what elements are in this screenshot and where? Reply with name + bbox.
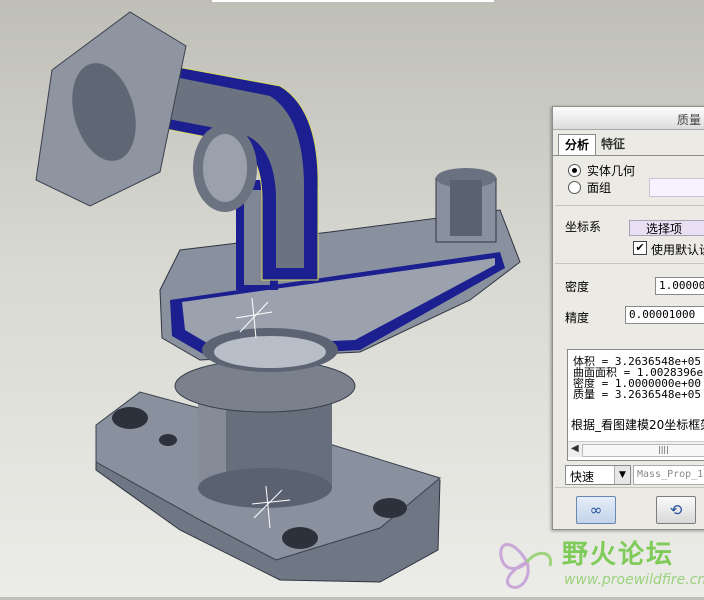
scroll-thumb[interactable]: |||| (582, 444, 704, 457)
solid-geometry-radio[interactable] (568, 164, 581, 177)
divider (555, 487, 704, 488)
accuracy-label: 精度 (565, 311, 590, 325)
divider (555, 263, 704, 264)
glasses-icon: ∞ (589, 501, 603, 519)
recompute-button[interactable]: ⟲ (656, 496, 696, 524)
butterfly-icon (499, 543, 553, 589)
speed-value: 快速 (570, 470, 595, 484)
results-panel[interactable]: 体积 = 3.2636548e+05 曲面面积 = 1.0028396e 密度 … (567, 349, 704, 461)
quilt-radio[interactable] (568, 181, 581, 194)
use-default-label: 使用默认设 (651, 243, 704, 257)
watermark-url: www.proewildfire.cn (564, 572, 704, 588)
tab-analysis[interactable]: 分析 (558, 134, 597, 156)
results-scrollbar[interactable]: ◀ |||| (568, 441, 704, 457)
solid-geometry-label: 实体几何 (587, 164, 636, 178)
coord-select-button[interactable]: 选择项 (629, 220, 704, 236)
mass-properties-dialog: 质量 分析 特征 实体几何 面组 坐标系 选择项 ✔ 使用默认设 密度 1.00… (552, 106, 704, 530)
refresh-icon: ⟲ (669, 501, 683, 519)
coord-system-label: 坐标系 (565, 220, 602, 234)
result-note: 根据_看图建模20坐标框架 (571, 418, 704, 432)
result-mass: 质量 = 3.2636548e+05 (573, 388, 701, 401)
use-default-checkbox[interactable]: ✔ (633, 241, 647, 255)
quilt-label: 面组 (587, 181, 612, 195)
boss-cylinder (174, 359, 356, 508)
tab-divider (553, 155, 704, 156)
watermark-title: 野火论坛 (562, 540, 675, 570)
tab-feature[interactable]: 特征 (595, 134, 631, 154)
scroll-left-icon[interactable]: ◀ (571, 443, 579, 454)
watermark-logo: 野火论坛 www.proewildfire.cn (492, 528, 704, 597)
arm-boss (435, 168, 497, 243)
speed-select[interactable]: 快速 ▼ (565, 465, 631, 485)
accuracy-input[interactable]: 0.00001000 (625, 306, 704, 324)
elbow-pipe (35, 11, 319, 281)
dialog-title: 质量 (677, 113, 702, 127)
chevron-down-icon[interactable]: ▼ (614, 466, 630, 484)
mass-prop-name-input[interactable]: Mass_Prop_1 (633, 465, 704, 485)
quilt-collector[interactable] (649, 178, 704, 197)
divider (555, 205, 704, 206)
dialog-titlebar[interactable]: 质量 (553, 107, 704, 130)
preview-button[interactable]: ∞ (576, 496, 616, 524)
density-label: 密度 (565, 280, 590, 294)
density-input[interactable]: 1.000000 (655, 277, 704, 295)
